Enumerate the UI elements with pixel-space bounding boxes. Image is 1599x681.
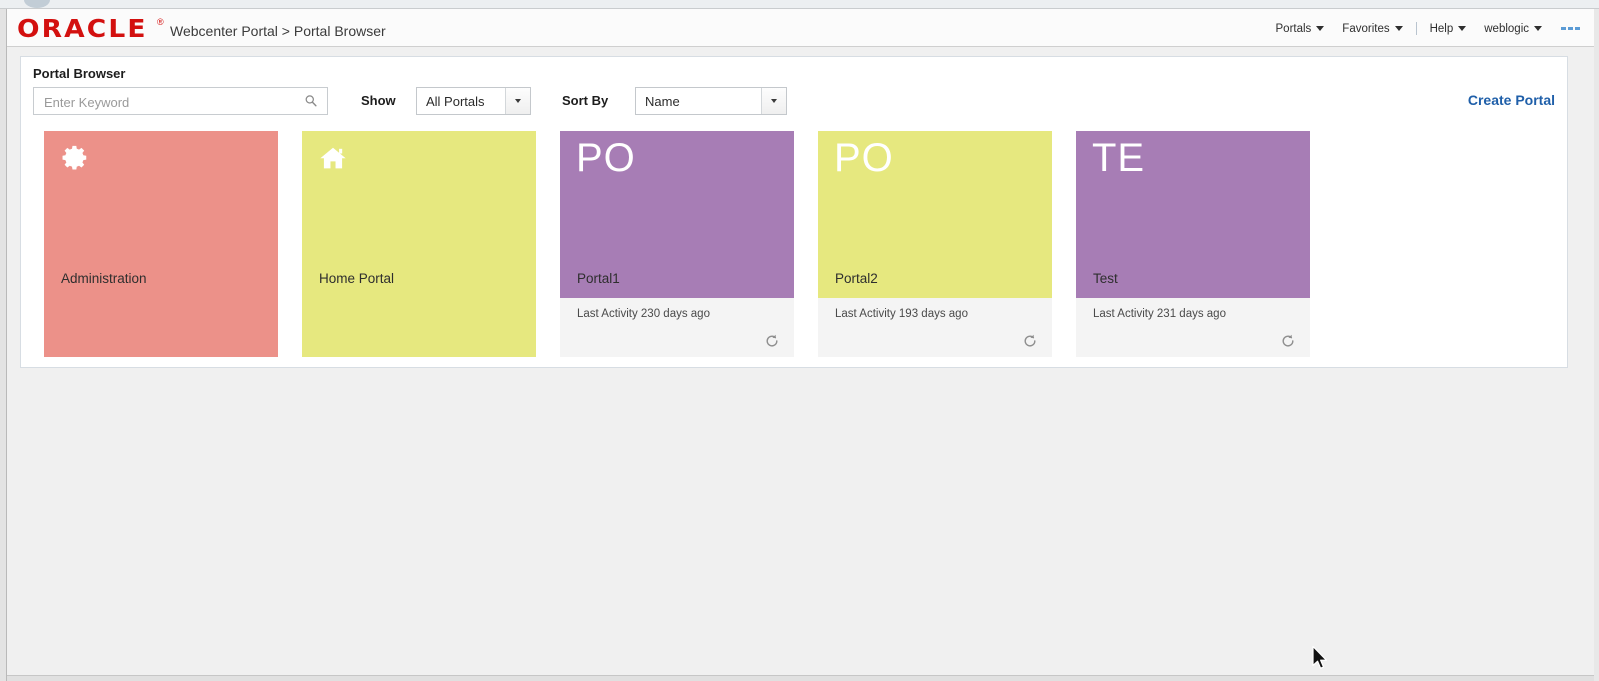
global-navigation: Portals Favorites Help weblogic bbox=[1267, 22, 1587, 35]
portal-tile-initials: PO bbox=[834, 136, 894, 180]
search-input[interactable] bbox=[42, 88, 286, 116]
portal-tile-name: Portal1 bbox=[577, 271, 620, 286]
portal-tile-footer: Last Activity 230 days ago bbox=[560, 298, 794, 357]
window-bottom-edge bbox=[7, 675, 1594, 681]
chevron-down-icon bbox=[1394, 26, 1403, 31]
chevron-down-icon bbox=[515, 99, 521, 103]
breadcrumb: Webcenter Portal > Portal Browser bbox=[170, 23, 386, 39]
gear-icon bbox=[62, 145, 87, 170]
portal-tile-last-activity: Last Activity 193 days ago bbox=[835, 308, 968, 320]
refresh-icon[interactable] bbox=[764, 333, 780, 349]
sort-by-dropdown-button[interactable] bbox=[761, 88, 786, 114]
create-portal-link[interactable]: Create Portal bbox=[1468, 92, 1555, 108]
portal-tile-name: Test bbox=[1093, 271, 1118, 286]
chevron-down-icon bbox=[1316, 26, 1325, 31]
portal-tile-initials: TE bbox=[1092, 136, 1146, 180]
portal-tile-portal2[interactable]: PO Portal2 Last Activity 193 days ago bbox=[818, 131, 1052, 357]
nav-item-portals[interactable]: Portals bbox=[1267, 23, 1334, 35]
portal-tile-name: Home Portal bbox=[319, 271, 395, 286]
portal-browser-toolbar: Show All Portals Sort By Name Create Por… bbox=[33, 87, 1555, 117]
portal-browser-panel: Portal Browser Show All Portals Sort By … bbox=[20, 56, 1568, 368]
browser-chrome-strip bbox=[0, 0, 1599, 9]
page-title: Portal Browser bbox=[33, 66, 126, 81]
sort-by-select[interactable]: Name bbox=[635, 87, 787, 115]
portal-tile-last-activity: Last Activity 231 days ago bbox=[1093, 308, 1226, 320]
portal-tile-name: Portal2 bbox=[835, 271, 878, 286]
portal-tile-footer: Last Activity 231 days ago bbox=[1076, 298, 1310, 357]
portal-tile-test[interactable]: TE Test Last Activity 231 days ago bbox=[1076, 131, 1310, 357]
search-icon[interactable] bbox=[304, 94, 318, 108]
show-filter-dropdown-button[interactable] bbox=[505, 88, 530, 114]
nav-item-help-label: Help bbox=[1429, 22, 1454, 35]
show-filter-label: Show bbox=[361, 93, 396, 108]
application-window: ORACLE ® Webcenter Portal > Portal Brows… bbox=[0, 0, 1599, 681]
portal-tile-administration[interactable]: Administration bbox=[44, 131, 278, 357]
sort-by-value: Name bbox=[645, 93, 680, 109]
chevron-down-icon bbox=[1458, 26, 1467, 31]
home-icon bbox=[320, 147, 346, 169]
page-background bbox=[7, 369, 1594, 675]
window-right-rail bbox=[1594, 9, 1599, 681]
nav-item-favorites[interactable]: Favorites bbox=[1333, 23, 1411, 35]
portal-tile-grid: Administration Home Portal PO Portal1 La… bbox=[44, 131, 1310, 357]
nav-item-portals-label: Portals bbox=[1275, 22, 1312, 35]
portal-tile-initials: PO bbox=[576, 136, 636, 180]
portal-tile-portal1[interactable]: PO Portal1 Last Activity 230 days ago bbox=[560, 131, 794, 357]
portal-tile-home-portal[interactable]: Home Portal bbox=[302, 131, 536, 357]
chevron-down-icon bbox=[1534, 26, 1542, 31]
nav-item-user-weblogic[interactable]: weblogic bbox=[1475, 23, 1551, 35]
nav-divider bbox=[1415, 22, 1417, 35]
refresh-icon[interactable] bbox=[1280, 333, 1296, 349]
portal-tile-footer: Last Activity 193 days ago bbox=[818, 298, 1052, 357]
window-left-rail bbox=[0, 9, 7, 681]
browser-chrome-blob bbox=[24, 0, 50, 8]
nav-item-favorites-label: Favorites bbox=[1342, 22, 1390, 35]
portal-tile-name: Administration bbox=[61, 271, 147, 286]
nav-item-help[interactable]: Help bbox=[1421, 23, 1476, 35]
three-dashes-icon[interactable] bbox=[1551, 27, 1586, 30]
show-filter-value: All Portals bbox=[426, 93, 485, 109]
sort-by-label: Sort By bbox=[562, 93, 609, 108]
portal-tile-last-activity: Last Activity 230 days ago bbox=[577, 308, 710, 320]
oracle-logo-registered-mark: ® bbox=[157, 17, 164, 27]
global-header: ORACLE ® Webcenter Portal > Portal Brows… bbox=[7, 9, 1594, 47]
chevron-down-icon bbox=[771, 99, 777, 103]
nav-item-user-label: weblogic bbox=[1484, 22, 1529, 35]
oracle-logo: ORACLE bbox=[17, 14, 148, 43]
refresh-icon[interactable] bbox=[1022, 333, 1038, 349]
show-filter-select[interactable]: All Portals bbox=[416, 87, 531, 115]
search-box[interactable] bbox=[33, 87, 328, 116]
